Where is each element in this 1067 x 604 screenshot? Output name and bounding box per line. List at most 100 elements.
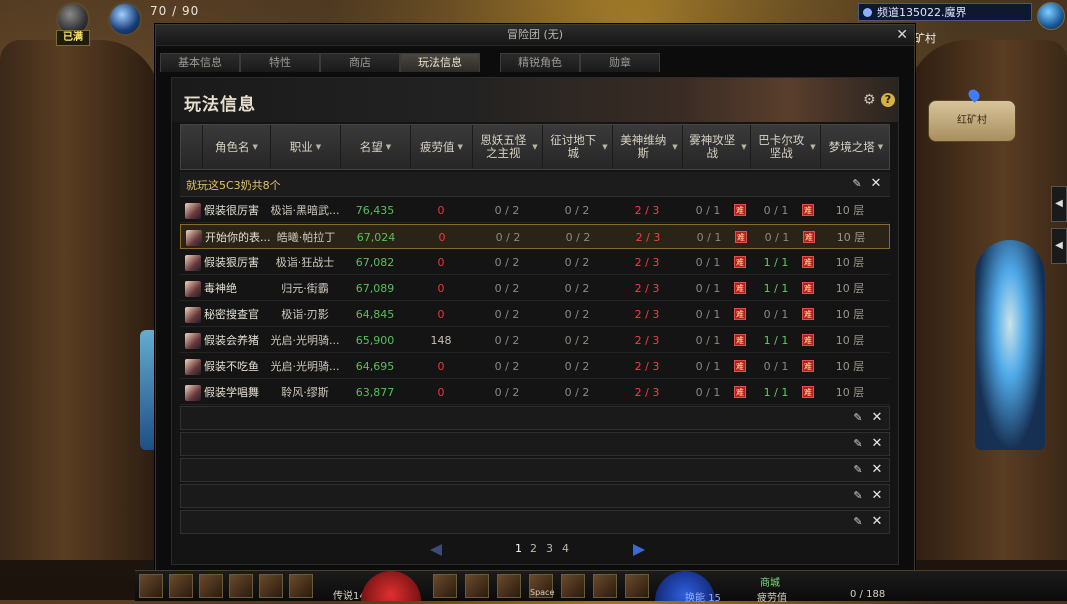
portal-right (975, 240, 1045, 450)
table-header: 角色名 ▼ 职业 ▼ 名望 ▼ 疲劳值 ▼ 恩妖五怪之主视 ▼ 征讨地下城 ▼ 美神维纳斯 ▼… (180, 124, 890, 170)
character-fame: 64,695 (355, 360, 395, 373)
empty-group-row[interactable]: ✎ ✕ (180, 458, 890, 482)
header-dungeon-d[interactable]: 雾神攻坚战 ▼ (683, 125, 751, 169)
tower-floor: 10 层 (835, 308, 865, 321)
table-row[interactable]: 假装很厉害 极诣·黑暗武... 76,435 0 0 / 2 0 / 2 2 / 3 0 / … (180, 198, 890, 223)
tab-elite-characters[interactable]: 精锐角色 (500, 53, 580, 72)
tower-floor: 10 层 (835, 282, 865, 295)
close-icon[interactable]: ✕ (871, 515, 883, 528)
header-tower[interactable]: 梦境之塔 ▼ (821, 125, 891, 169)
tower-floor: 10 层 (835, 386, 865, 399)
table-row[interactable]: 假装学唱舞 聆风·缪斯 63,877 0 0 / 2 0 / 2 2 / 3 0 / 1 难 1 … (180, 380, 890, 405)
swap-label: 换能 15 (685, 593, 721, 604)
dungeon-d-progress: 0 / 1 (695, 204, 721, 217)
table-row[interactable]: 开始你的表... 皓曦·帕拉丁 67,024 0 0 / 2 0 / 2 2 / 3 0 / … (180, 224, 890, 249)
skill-slot[interactable] (289, 574, 313, 598)
dungeon-c-progress: 2 / 3 (634, 308, 660, 321)
tab-traits[interactable]: 特性 (240, 53, 320, 72)
world-map-icon[interactable] (1037, 2, 1065, 30)
page-3[interactable]: 3 (546, 542, 553, 555)
skill-slot[interactable] (169, 574, 193, 598)
header-fame[interactable]: 名望 ▼ (341, 125, 411, 169)
pencil-icon[interactable]: ✎ (851, 178, 863, 190)
tab-gameplay-info[interactable]: 玩法信息 (400, 53, 480, 72)
mall-button[interactable]: 商城 (760, 574, 780, 589)
next-page-icon[interactable] (633, 544, 645, 556)
help-icon[interactable]: ? (881, 93, 895, 107)
dungeon-e-progress: 0 / 1 (763, 204, 789, 217)
empty-group-row[interactable]: ✎ ✕ (180, 406, 890, 430)
group-row[interactable]: 就玩这5C3奶共8个 ✎ ✕ (180, 172, 890, 197)
hard-badge: 难 (734, 282, 746, 294)
dungeon-a-progress: 0 / 2 (494, 282, 520, 295)
dungeon-b-progress: 0 / 2 (564, 282, 590, 295)
table-row[interactable]: 假装不吃鱼 光启·光明骑... 64,695 0 0 / 2 0 / 2 2 / 3 0 / … (180, 354, 890, 379)
dungeon-b-progress: 0 / 2 (564, 334, 590, 347)
close-icon[interactable]: ✕ (871, 411, 883, 424)
dungeon-e-progress: 1 / 1 (763, 386, 789, 399)
header-job[interactable]: 职业 ▼ (271, 125, 341, 169)
header-dungeon-e[interactable]: 巴卡尔攻坚战 ▼ (751, 125, 821, 169)
character-fame: 67,089 (355, 282, 395, 295)
pencil-icon[interactable]: ✎ (852, 464, 864, 476)
header-fatigue[interactable]: 疲劳值 ▼ (411, 125, 473, 169)
table-row[interactable]: 假装狠厉害 极诣·狂战士 67,082 0 0 / 2 0 / 2 2 / 3 0 / 1 难 1… (180, 250, 890, 275)
prev-page-icon[interactable] (430, 544, 442, 556)
stamina-value: 0 / 188 (850, 589, 886, 600)
skill-slot[interactable] (229, 574, 253, 598)
table-row[interactable]: 毒神绝 归元·街霸 67,089 0 0 / 2 0 / 2 2 / 3 0 / 1 难 1 / … (180, 276, 890, 301)
header-name[interactable]: 角色名 ▼ (203, 125, 271, 169)
table-row[interactable]: 秘密搜查官 极诣·刃影 64,845 0 0 / 2 0 / 2 2 / 3 0 / 1 难 0 … (180, 302, 890, 327)
minimap-town-sign[interactable]: 红矿村 (928, 87, 1016, 142)
table-row[interactable]: 假装会养猪 光启·光明骑... 65,900 148 0 / 2 0 / 2 2 / 3 0 … (180, 328, 890, 353)
buff-orb[interactable] (108, 2, 142, 36)
hard-badge: 难 (802, 282, 814, 294)
dungeon-c-progress: 2 / 3 (635, 231, 661, 244)
page-4[interactable]: 4 (562, 542, 569, 555)
tab-shop[interactable]: 商店 (320, 53, 400, 72)
empty-group-row[interactable]: ✎ ✕ (180, 510, 890, 534)
dialog-title-bar[interactable]: 冒险团 (无) ✕ (156, 25, 914, 46)
sort-arrow-icon: ▼ (810, 142, 816, 151)
skill-slot[interactable] (497, 574, 521, 598)
skill-slot[interactable] (625, 574, 649, 598)
empty-group-row[interactable]: ✎ ✕ (180, 484, 890, 508)
panel-banner (172, 78, 898, 122)
dungeon-d-progress: 0 / 1 (695, 334, 721, 347)
pencil-icon[interactable]: ✎ (852, 438, 864, 450)
close-icon[interactable]: ✕ (870, 177, 882, 190)
header-dungeon-c[interactable]: 美神维纳斯 ▼ (613, 125, 683, 169)
character-fame: 64,845 (355, 308, 395, 321)
dungeon-b-progress: 0 / 2 (564, 360, 590, 373)
skill-slot[interactable] (561, 574, 585, 598)
skill-slot[interactable] (593, 574, 617, 598)
gear-icon[interactable]: ⚙ (863, 93, 877, 107)
tab-medals[interactable]: 勋章 (580, 53, 660, 72)
tower-floor: 10 层 (835, 204, 865, 217)
page-1[interactable]: 1 (515, 542, 522, 555)
header-dungeon-b[interactable]: 征讨地下城 ▼ (543, 125, 613, 169)
close-icon[interactable]: ✕ (871, 489, 883, 502)
pencil-icon[interactable]: ✎ (852, 516, 864, 528)
channel-indicator[interactable]: 频道135022.魔界 (858, 3, 1032, 21)
skill-slot[interactable] (199, 574, 223, 598)
skill-slot[interactable] (259, 574, 283, 598)
empty-group-row[interactable]: ✎ ✕ (180, 432, 890, 456)
pencil-icon[interactable]: ✎ (852, 412, 864, 424)
close-icon[interactable]: ✕ (871, 463, 883, 476)
close-icon[interactable]: ✕ (896, 25, 908, 45)
sort-arrow-icon: ▼ (532, 142, 538, 151)
close-icon[interactable]: ✕ (871, 437, 883, 450)
side-expand-button-2[interactable]: ◀ (1051, 228, 1067, 264)
page-2[interactable]: 2 (530, 542, 537, 555)
skill-slot[interactable] (433, 574, 457, 598)
tab-basic-info[interactable]: 基本信息 (160, 53, 240, 72)
header-dungeon-a[interactable]: 恩妖五怪之主视 ▼ (473, 125, 543, 169)
skill-slot[interactable] (465, 574, 489, 598)
character-name: 开始你的表... (205, 231, 271, 244)
side-expand-button-1[interactable]: ◀ (1051, 186, 1067, 222)
skill-slot[interactable] (139, 574, 163, 598)
pencil-icon[interactable]: ✎ (852, 490, 864, 502)
character-name: 假装很厉害 (204, 204, 259, 217)
dungeon-b-progress: 0 / 2 (564, 386, 590, 399)
